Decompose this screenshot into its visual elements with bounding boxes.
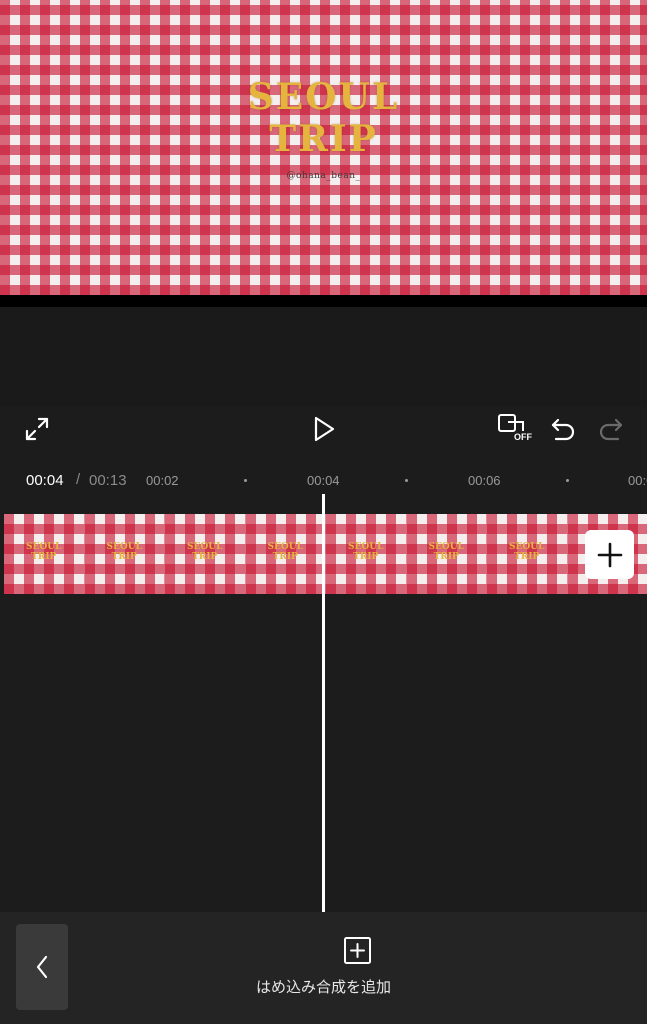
tick-dot	[244, 479, 247, 482]
pip-off-label: OFF	[514, 432, 532, 442]
undo-icon[interactable]	[548, 414, 578, 444]
time-separator: /	[76, 471, 81, 488]
thumb-title-line2: TRIP	[514, 552, 540, 562]
pip-off-toggle[interactable]: OFF	[496, 412, 536, 446]
clip-thumbnail: SEOUL TRIP	[326, 514, 407, 594]
play-icon[interactable]	[309, 413, 339, 445]
thumb-title-line2: TRIP	[192, 552, 218, 562]
video-clip-track[interactable]: SEOUL TRIP SEOUL TRIP SEOUL TRIP SEOUL T…	[4, 514, 647, 594]
tick-dot	[566, 479, 569, 482]
tick-label: 00:04	[307, 473, 340, 488]
thumb-title-line1: SEOUL	[509, 542, 545, 552]
thumb-title-line2: TRIP	[31, 552, 57, 562]
thumb-title-line1: SEOUL	[187, 542, 223, 552]
thumb-title-line1: SEOUL	[106, 542, 142, 552]
tick-dot	[405, 479, 408, 482]
preview-title-line2: TRIP	[269, 118, 378, 160]
thumb-title-line2: TRIP	[433, 552, 459, 562]
bottom-toolbar: はめ込み合成を追加	[0, 912, 647, 1024]
clip-thumbnail: SEOUL TRIP	[406, 514, 487, 594]
video-preview[interactable]: SEOUL TRIP @ohana_bean_	[0, 0, 647, 295]
clip-thumbnail: SEOUL TRIP	[487, 514, 568, 594]
plus-icon	[597, 542, 622, 567]
clip-thumbnail: SEOUL TRIP	[245, 514, 326, 594]
add-square-icon[interactable]	[343, 936, 372, 965]
add-clip-button[interactable]	[585, 530, 634, 579]
fullscreen-icon[interactable]	[22, 414, 52, 444]
tick-label: 00:02	[146, 473, 179, 488]
current-time: 00:04	[26, 472, 64, 489]
thumb-title-line1: SEOUL	[428, 542, 464, 552]
add-overlay-label[interactable]: はめ込み合成を追加	[0, 976, 647, 997]
playhead[interactable]	[322, 494, 325, 912]
redo-icon[interactable]	[596, 414, 626, 444]
preview-letterbox	[0, 295, 647, 307]
tick-label: 00:0	[628, 473, 647, 488]
preview-handle-text: @ohana_bean_	[286, 171, 361, 181]
thumb-title-line1: SEOUL	[26, 542, 62, 552]
clip-thumbnail: SEOUL TRIP	[84, 514, 165, 594]
back-button[interactable]	[16, 924, 68, 1010]
tick-label: 00:06	[468, 473, 501, 488]
thumb-title-line2: TRIP	[272, 552, 298, 562]
preview-title-line1: SEOUL	[247, 76, 400, 118]
thumb-title-line1: SEOUL	[348, 542, 384, 552]
clip-thumbnail: SEOUL TRIP	[165, 514, 246, 594]
thumb-title-line2: TRIP	[353, 552, 379, 562]
total-time: 00:13	[89, 472, 127, 489]
thumb-title-line2: TRIP	[111, 552, 137, 562]
clip-thumbnail: SEOUL TRIP	[4, 514, 85, 594]
preview-background	[0, 307, 647, 407]
thumb-title-line1: SEOUL	[267, 542, 303, 552]
